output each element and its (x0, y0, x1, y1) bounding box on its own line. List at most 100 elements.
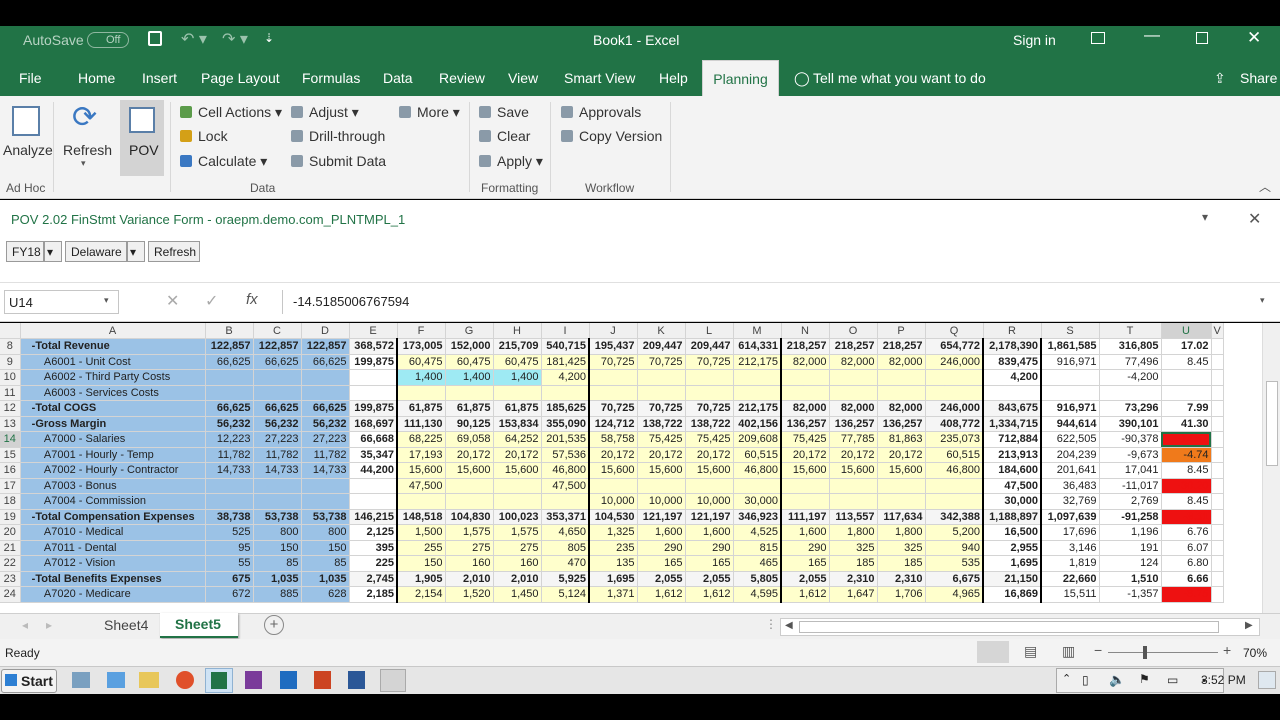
cell-c16[interactable]: 14,733 (253, 462, 302, 479)
cell-s9[interactable]: 916,971 (1041, 354, 1100, 370)
apply-button[interactable]: Apply ▾ (479, 153, 543, 170)
ribbon-display-icon[interactable] (1091, 32, 1105, 44)
cell-i18[interactable] (541, 493, 590, 510)
cell-v11[interactable] (1211, 385, 1224, 401)
cell-t23[interactable]: 1,510 (1099, 571, 1162, 587)
cell-i20[interactable]: 4,650 (541, 524, 590, 541)
cell-u16[interactable]: 8.45 (1161, 462, 1212, 479)
cell-s20[interactable]: 17,696 (1041, 524, 1100, 541)
cell-j8[interactable]: 195,437 (589, 338, 638, 355)
row-label[interactable]: A7003 - Bonus (20, 478, 206, 494)
tray-expand-icon[interactable]: ⌃ (1062, 672, 1071, 685)
cell-v17[interactable] (1211, 478, 1224, 494)
cell-j12[interactable]: 70,725 (589, 400, 638, 417)
cell-b23[interactable]: 675 (205, 571, 254, 587)
cell-v9[interactable] (1211, 354, 1224, 370)
cell-j20[interactable]: 1,325 (589, 524, 638, 541)
cell-u12[interactable]: 7.99 (1161, 400, 1212, 417)
cell-g13[interactable]: 90,125 (445, 416, 494, 432)
cell-n23[interactable]: 2,055 (781, 571, 830, 587)
column-header-r[interactable]: R (983, 323, 1042, 339)
tab-split-icon[interactable]: ⋮ (765, 617, 777, 631)
cell-n21[interactable]: 290 (781, 540, 830, 556)
pov-button[interactable]: POV (120, 100, 164, 176)
cell-m13[interactable]: 402,156 (733, 416, 782, 432)
cell-f22[interactable]: 150 (397, 555, 446, 572)
cell-t16[interactable]: 17,041 (1099, 462, 1162, 479)
zoom-out-icon[interactable]: − (1094, 642, 1102, 658)
cell-o22[interactable]: 185 (829, 555, 878, 572)
pane-options-icon[interactable]: ▾ (1202, 210, 1208, 224)
tab-formulas[interactable]: Formulas (302, 70, 360, 86)
cell-o14[interactable]: 77,785 (829, 431, 878, 448)
cell-g23[interactable]: 2,010 (445, 571, 494, 587)
cell-m20[interactable]: 4,525 (733, 524, 782, 541)
cell-d17[interactable] (301, 478, 350, 494)
cell-p14[interactable]: 81,863 (877, 431, 926, 448)
cell-j21[interactable]: 235 (589, 540, 638, 556)
add-sheet-icon[interactable]: + (264, 615, 284, 635)
cell-r9[interactable]: 839,475 (983, 354, 1042, 370)
app-icon-1[interactable] (72, 672, 90, 688)
pov-year-dropdown[interactable]: FY18 (6, 241, 44, 262)
cell-u14[interactable]: -14.52 (1161, 431, 1212, 448)
cell-r22[interactable]: 1,695 (983, 555, 1042, 572)
column-header-t[interactable]: T (1099, 323, 1162, 339)
powerpoint-icon[interactable] (314, 671, 331, 689)
tab-help[interactable]: Help (659, 70, 688, 86)
autosave-toggle[interactable]: Off (87, 32, 129, 48)
cell-v8[interactable] (1211, 338, 1224, 355)
column-header-p[interactable]: P (877, 323, 926, 339)
cell-l19[interactable]: 121,197 (685, 509, 734, 525)
row-header[interactable]: 23 (0, 571, 21, 587)
cell-n20[interactable]: 1,600 (781, 524, 830, 541)
row-label[interactable]: -Total COGS (20, 400, 206, 417)
cell-c21[interactable]: 150 (253, 540, 302, 556)
cell-e16[interactable]: 44,200 (349, 462, 398, 479)
cell-h8[interactable]: 215,709 (493, 338, 542, 355)
tab-file[interactable]: File (19, 70, 42, 86)
column-header-h[interactable]: H (493, 323, 542, 339)
cell-f19[interactable]: 148,518 (397, 509, 446, 525)
cell-j18[interactable]: 10,000 (589, 493, 638, 510)
cell-r15[interactable]: 213,913 (983, 447, 1042, 463)
horizontal-scrollbar[interactable]: ◀ ▶ (780, 618, 1260, 636)
cell-l20[interactable]: 1,600 (685, 524, 734, 541)
cell-o12[interactable]: 82,000 (829, 400, 878, 417)
cell-m24[interactable]: 4,595 (733, 586, 782, 603)
cell-b12[interactable]: 66,625 (205, 400, 254, 417)
cell-n16[interactable]: 15,600 (781, 462, 830, 479)
column-header-e[interactable]: E (349, 323, 398, 339)
cell-q23[interactable]: 6,675 (925, 571, 984, 587)
cell-l13[interactable]: 138,722 (685, 416, 734, 432)
cell-h14[interactable]: 64,252 (493, 431, 542, 448)
cell-h19[interactable]: 100,023 (493, 509, 542, 525)
cell-m17[interactable] (733, 478, 782, 494)
scroll-thumb[interactable] (1266, 381, 1278, 466)
tab-home[interactable]: Home (78, 70, 115, 86)
tab-insert[interactable]: Insert (142, 70, 177, 86)
adjust-button[interactable]: Adjust ▾ (291, 104, 359, 121)
cell-c22[interactable]: 85 (253, 555, 302, 572)
cell-e19[interactable]: 146,215 (349, 509, 398, 525)
cell-d12[interactable]: 66,625 (301, 400, 350, 417)
cell-g17[interactable] (445, 478, 494, 494)
cell-d18[interactable] (301, 493, 350, 510)
cell-u17[interactable]: -30.20 (1161, 478, 1212, 494)
cell-d8[interactable]: 122,857 (301, 338, 350, 355)
cell-k12[interactable]: 70,725 (637, 400, 686, 417)
cell-n19[interactable]: 111,197 (781, 509, 830, 525)
cell-q21[interactable]: 940 (925, 540, 984, 556)
row-header[interactable]: 17 (0, 478, 21, 494)
cell-b13[interactable]: 56,232 (205, 416, 254, 432)
cell-e24[interactable]: 2,185 (349, 586, 398, 603)
cell-s13[interactable]: 944,614 (1041, 416, 1100, 432)
cell-s11[interactable] (1041, 385, 1100, 401)
cell-r20[interactable]: 16,500 (983, 524, 1042, 541)
cell-o16[interactable]: 15,600 (829, 462, 878, 479)
cell-k15[interactable]: 20,172 (637, 447, 686, 463)
cell-p17[interactable] (877, 478, 926, 494)
cell-p8[interactable]: 218,257 (877, 338, 926, 355)
cell-g20[interactable]: 1,575 (445, 524, 494, 541)
row-header[interactable]: 24 (0, 586, 21, 603)
